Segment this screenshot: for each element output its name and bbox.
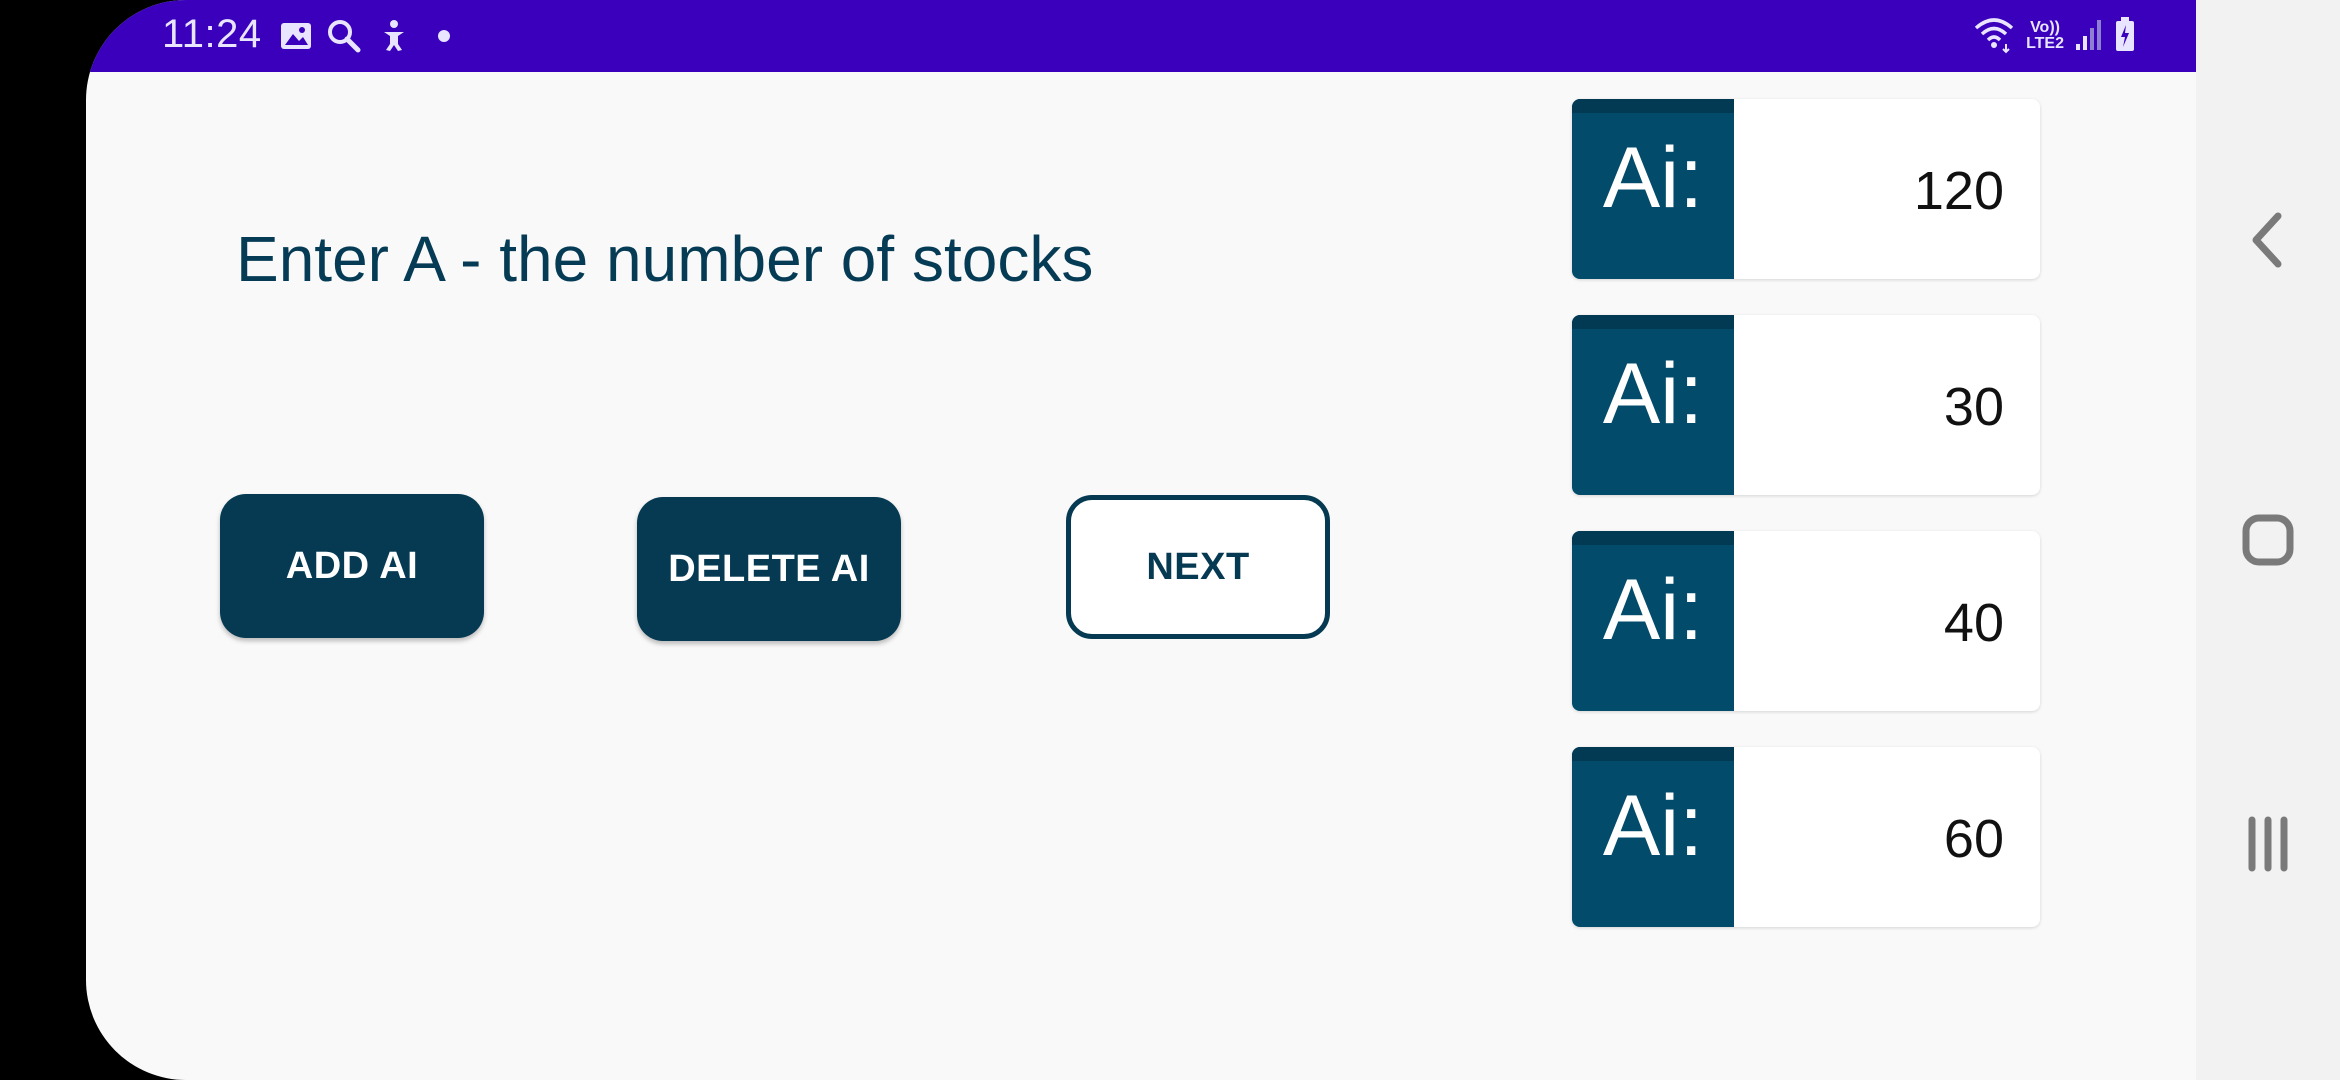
accessibility-icon bbox=[376, 18, 412, 54]
recents-icon[interactable] bbox=[2228, 804, 2308, 884]
ai-item-label: Ai: bbox=[1572, 99, 1734, 279]
status-right-group: Vo)) LTE2 bbox=[1972, 16, 2136, 56]
device-frame: 11:24 Vo)) LTE2 Enter A - the number of … bbox=[0, 0, 2340, 1080]
lte-line-1: Vo)) bbox=[2030, 19, 2060, 36]
ai-item[interactable]: Ai: 30 bbox=[1572, 315, 2040, 495]
app-screen: 11:24 Vo)) LTE2 Enter A - the number of … bbox=[86, 0, 2196, 1080]
ai-item-value[interactable]: 60 bbox=[1734, 747, 2004, 927]
dot-icon bbox=[426, 18, 462, 54]
page-prompt: Enter A - the number of stocks bbox=[236, 223, 1094, 295]
main-content: Enter A - the number of stocks ADD AI DE… bbox=[86, 72, 2196, 1080]
signal-icon bbox=[2074, 16, 2104, 57]
add-ai-button[interactable]: ADD AI bbox=[220, 494, 484, 638]
ai-item-value[interactable]: 40 bbox=[1734, 531, 2004, 711]
ai-item-label: Ai: bbox=[1572, 315, 1734, 495]
status-bar: 11:24 Vo)) LTE2 bbox=[86, 0, 2196, 72]
home-icon[interactable] bbox=[2228, 500, 2308, 580]
next-button[interactable]: NEXT bbox=[1066, 495, 1330, 639]
wifi-icon bbox=[1972, 14, 2016, 59]
ai-item-label: Ai: bbox=[1572, 747, 1734, 927]
system-nav-bar bbox=[2196, 0, 2340, 1080]
lte-indicator: Vo)) LTE2 bbox=[2026, 20, 2064, 52]
image-icon bbox=[278, 18, 314, 54]
status-time: 11:24 bbox=[162, 12, 262, 56]
ai-item-value[interactable]: 30 bbox=[1734, 315, 2004, 495]
ai-item-value[interactable]: 120 bbox=[1734, 99, 2004, 279]
battery-icon bbox=[2114, 16, 2136, 57]
ai-item[interactable]: Ai: 120 bbox=[1572, 99, 2040, 279]
delete-ai-button[interactable]: DELETE AI bbox=[637, 497, 901, 641]
ai-item[interactable]: Ai: 40 bbox=[1572, 531, 2040, 711]
lte-line-2: LTE2 bbox=[2026, 35, 2064, 52]
ai-item[interactable]: Ai: 60 bbox=[1572, 747, 2040, 927]
back-icon[interactable] bbox=[2228, 200, 2308, 280]
ai-item-label: Ai: bbox=[1572, 531, 1734, 711]
search-icon bbox=[326, 18, 362, 54]
